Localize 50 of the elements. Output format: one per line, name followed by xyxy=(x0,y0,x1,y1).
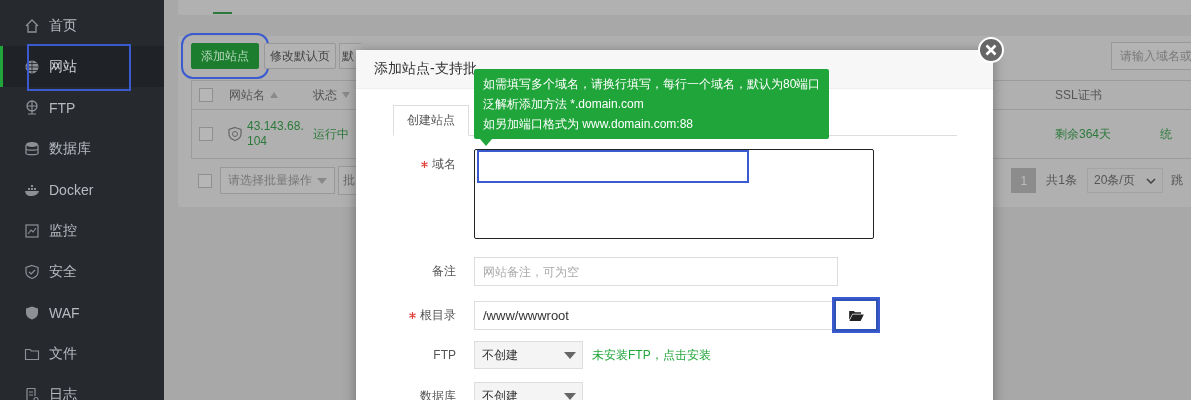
active-indicator xyxy=(0,46,3,87)
select-field[interactable]: 不创建 xyxy=(474,341,583,369)
checkbox[interactable] xyxy=(199,88,213,102)
tab[interactable]: 创建站点 xyxy=(393,105,469,136)
database-icon xyxy=(24,140,40,157)
browse-button[interactable] xyxy=(834,299,878,331)
domain-field[interactable] xyxy=(474,149,874,239)
sidebar-item[interactable]: FTP xyxy=(0,87,164,128)
sidebar-item[interactable]: 文件 xyxy=(0,333,164,374)
tooltip-text: 泛解析添加方法 *.domain.com xyxy=(483,96,645,113)
chevron-down-icon xyxy=(1146,177,1156,184)
shield-icon xyxy=(24,304,40,321)
sidebar-item[interactable]: 首页 xyxy=(0,5,164,46)
select-field[interactable]: 不创建 xyxy=(474,382,583,400)
sidebar-item[interactable]: 数据库 xyxy=(0,128,164,169)
sidebar-item[interactable]: WAF xyxy=(0,292,164,333)
checkbox[interactable] xyxy=(199,127,213,141)
tooltip-text: 如需填写多个域名，请换行填写，每行一个域名，默认为80端口 xyxy=(483,76,821,93)
caret-icon xyxy=(564,351,576,359)
active-indicator xyxy=(213,12,232,14)
field-label: 根目录 xyxy=(420,306,456,324)
column-header: SSL证书 xyxy=(1055,86,1102,104)
sidebar-item[interactable]: 日志 xyxy=(0,374,164,400)
page-size-select[interactable]: 20条/页 xyxy=(1087,168,1163,193)
sidebar-item[interactable]: 监控 xyxy=(0,210,164,251)
chart-icon xyxy=(24,222,40,239)
field-label: FTP xyxy=(433,348,456,362)
globe-icon xyxy=(24,58,40,75)
caret-icon xyxy=(317,177,327,184)
shield-icon xyxy=(227,126,243,142)
field-label: 域名 xyxy=(432,156,456,173)
globe-stand-icon xyxy=(24,99,40,116)
folder-icon xyxy=(848,309,864,321)
toolbar-button[interactable]: 修改默认页 xyxy=(264,43,336,69)
shield-check-icon xyxy=(24,263,40,280)
path-field[interactable]: /www/wwwroot xyxy=(474,300,834,330)
total-count: 共1条 xyxy=(1045,172,1078,189)
tooltip-text: 如另加端口格式为 www.domain.com:88 xyxy=(483,116,695,133)
document-icon xyxy=(24,386,40,400)
field-label: 备注 xyxy=(432,263,456,280)
sidebar-item[interactable]: 安全 xyxy=(0,251,164,292)
home-icon xyxy=(24,17,40,34)
jump-label: 跳 xyxy=(1171,172,1184,189)
caret-icon xyxy=(564,392,576,400)
checkbox[interactable] xyxy=(198,173,212,188)
table-cell-text: 剩余364天 xyxy=(1055,125,1113,143)
column-header[interactable]: 网站名 xyxy=(229,86,265,104)
column-header[interactable]: 状态 xyxy=(313,86,337,104)
note-field[interactable]: 网站备注，可为空 xyxy=(474,257,838,286)
sidebar-item[interactable]: Docker xyxy=(0,169,164,210)
